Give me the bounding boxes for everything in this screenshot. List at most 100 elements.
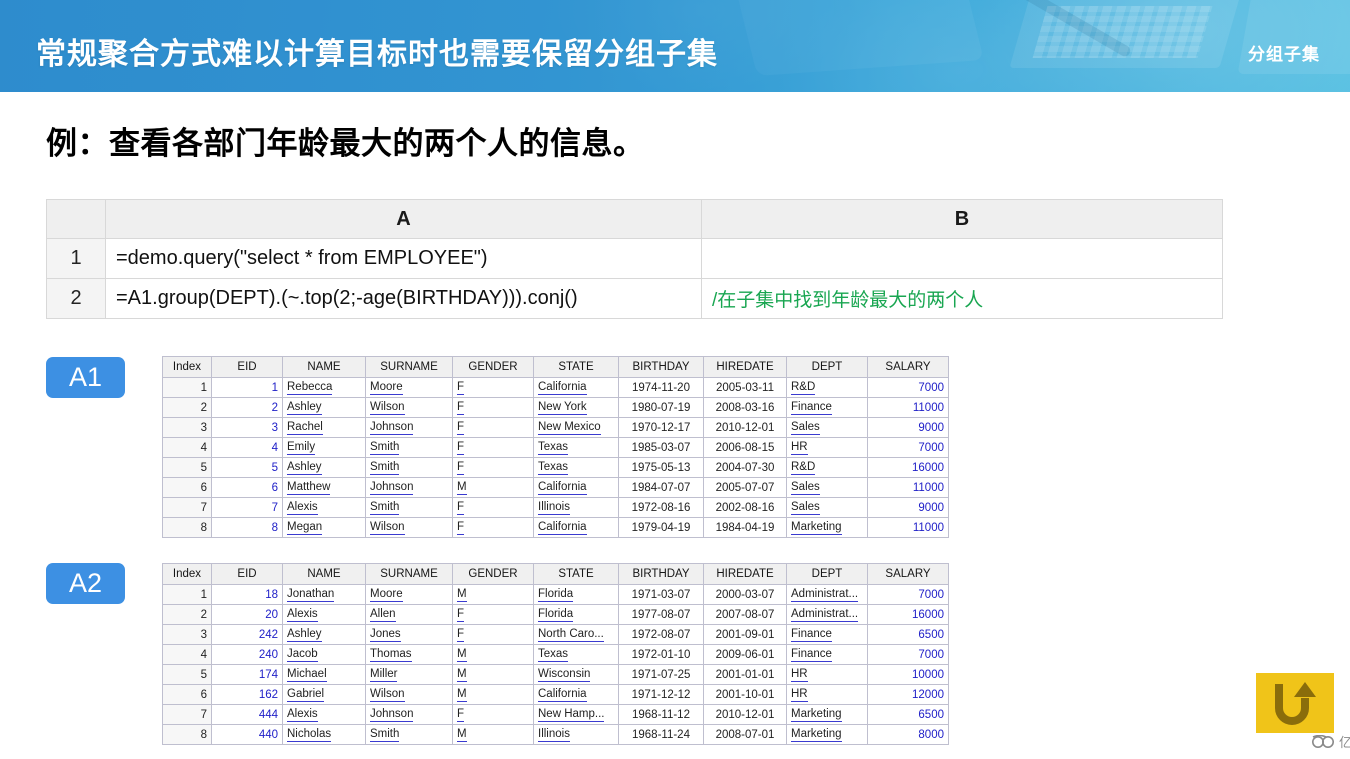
code-column-header-a: A: [105, 199, 702, 239]
page-title: 常规聚合方式难以计算目标时也需要保留分组子集: [36, 38, 718, 71]
grid-a1-cell-salary-4: 7000: [867, 437, 949, 458]
grid-a2-cell-salary-8: 8000: [867, 724, 949, 745]
grid-a2-cell-gender-4: M: [452, 644, 534, 665]
grid-a1-cell-gender-1: F: [452, 377, 534, 398]
grid-a1-cell-dept-2: Finance: [786, 397, 868, 418]
table-row: 7 7 Alexis Smith F Illinois 1972-08-16 2002-08-…: [162, 497, 949, 518]
grid-a2-cell-salary-2: 16000: [867, 604, 949, 625]
result-badge-a2: A2: [46, 563, 125, 604]
watermark-square: [1256, 673, 1334, 733]
code-header-row: A B: [46, 199, 1223, 239]
grid-a1-cell-index-3: 3: [162, 417, 212, 438]
grid-a2-cell-eid-1: 18: [211, 584, 283, 605]
grid-header-row: Index EID NAME SURNAME GENDER STATE BIRT…: [162, 356, 949, 378]
grid-a2-cell-index-5: 5: [162, 664, 212, 685]
grid-a1-cell-hiredate-5: 2004-07-30: [703, 457, 787, 478]
grid-a2-cell-eid-7: 444: [211, 704, 283, 725]
grid-a1-col-hiredate: HIREDATE: [703, 356, 787, 378]
grid-a2-cell-salary-3: 6500: [867, 624, 949, 645]
grid-a2-cell-salary-6: 12000: [867, 684, 949, 705]
grid-a2-cell-surname-6: Wilson: [365, 684, 453, 705]
grid-a1-cell-surname-7: Smith: [365, 497, 453, 518]
table-row: 8 440 Nicholas Smith M Illinois 1968-11-24 2008…: [162, 724, 949, 745]
grid-a1-cell-eid-1: 1: [211, 377, 283, 398]
table-row: 7 444 Alexis Johnson F New Hamp... 1968-11-12 2…: [162, 704, 949, 725]
grid-a2-cell-birthday-8: 1968-11-24: [618, 724, 704, 745]
grid-a1-cell-birthday-6: 1984-07-07: [618, 477, 704, 498]
code-row-number-2: 2: [46, 278, 106, 319]
grid-a2-cell-birthday-6: 1971-12-12: [618, 684, 704, 705]
grid-a2-cell-index-1: 1: [162, 584, 212, 605]
grid-a2-cell-birthday-7: 1968-11-12: [618, 704, 704, 725]
grid-a1-cell-index-2: 2: [162, 397, 212, 418]
grid-a2-cell-birthday-1: 1971-03-07: [618, 584, 704, 605]
grid-a1-cell-salary-6: 11000: [867, 477, 949, 498]
grid-a2-cell-birthday-2: 1977-08-07: [618, 604, 704, 625]
grid-a2-cell-eid-8: 440: [211, 724, 283, 745]
grid-a2-cell-gender-2: F: [452, 604, 534, 625]
code-cell-a2[interactable]: =A1.group(DEPT).(~.top(2;-age(BIRTHDAY))…: [105, 278, 702, 319]
table-row: 6 6 Matthew Johnson M California 1984-07-07 200…: [162, 477, 949, 498]
grid-a2-cell-name-7: Alexis: [282, 704, 366, 725]
grid-a2-cell-eid-4: 240: [211, 644, 283, 665]
grid-a1-cell-salary-2: 11000: [867, 397, 949, 418]
grid-a1-cell-state-1: California: [533, 377, 619, 398]
result-grid-a2: Index EID NAME SURNAME GENDER STATE BIRT…: [162, 563, 949, 745]
grid-a2-cell-state-6: California: [533, 684, 619, 705]
grid-a2-cell-dept-8: Marketing: [786, 724, 868, 745]
table-row: 6 162 Gabriel Wilson M California 1971-12-12 20…: [162, 684, 949, 705]
code-spreadsheet: A B 1 =demo.query("select * from EMPLOYE…: [46, 199, 1223, 319]
grid-a2-cell-surname-1: Moore: [365, 584, 453, 605]
grid-a2-cell-name-5: Michael: [282, 664, 366, 685]
grid-a1-col-salary: SALARY: [867, 356, 949, 378]
grid-a1-cell-dept-3: Sales: [786, 417, 868, 438]
grid-a1-cell-hiredate-7: 2002-08-16: [703, 497, 787, 518]
grid-a1-cell-salary-3: 9000: [867, 417, 949, 438]
grid-a1-cell-state-5: Texas: [533, 457, 619, 478]
grid-a2-cell-index-7: 7: [162, 704, 212, 725]
code-cell-b2[interactable]: /在子集中找到年龄最大的两个人: [701, 278, 1223, 319]
grid-a2-cell-name-8: Nicholas: [282, 724, 366, 745]
grid-a2-cell-dept-7: Marketing: [786, 704, 868, 725]
grid-a1-cell-gender-2: F: [452, 397, 534, 418]
code-cell-a1[interactable]: =demo.query("select * from EMPLOYEE"): [105, 238, 702, 279]
grid-a1-cell-index-8: 8: [162, 517, 212, 538]
table-row: 1 1 Rebecca Moore F California 1974-11-20 2005-…: [162, 377, 949, 398]
code-corner-cell: [46, 199, 106, 239]
grid-a1-cell-birthday-7: 1972-08-16: [618, 497, 704, 518]
grid-a2-col-birthday: BIRTHDAY: [618, 563, 704, 585]
code-cell-b1[interactable]: [701, 238, 1223, 279]
grid-a2-cell-eid-2: 20: [211, 604, 283, 625]
grid-a2-cell-state-1: Florida: [533, 584, 619, 605]
grid-a2-col-eid: EID: [211, 563, 283, 585]
grid-a1-cell-surname-6: Johnson: [365, 477, 453, 498]
grid-a2-cell-index-8: 8: [162, 724, 212, 745]
grid-a1-col-birthday: BIRTHDAY: [618, 356, 704, 378]
grid-a1-col-state: STATE: [533, 356, 619, 378]
result-badge-a1: A1: [46, 357, 125, 398]
grid-a1-cell-index-1: 1: [162, 377, 212, 398]
grid-a1-cell-name-2: Ashley: [282, 397, 366, 418]
grid-a1-cell-birthday-5: 1975-05-13: [618, 457, 704, 478]
grid-a2-cell-surname-4: Thomas: [365, 644, 453, 665]
grid-a1-cell-dept-8: Marketing: [786, 517, 868, 538]
grid-a1-cell-hiredate-3: 2010-12-01: [703, 417, 787, 438]
grid-a1-cell-eid-8: 8: [211, 517, 283, 538]
grid-a2-cell-hiredate-1: 2000-03-07: [703, 584, 787, 605]
grid-a2-cell-salary-7: 6500: [867, 704, 949, 725]
grid-a1-cell-salary-1: 7000: [867, 377, 949, 398]
grid-a2-cell-index-3: 3: [162, 624, 212, 645]
watermark: 亿速云: [1256, 673, 1350, 750]
grid-header-row: Index EID NAME SURNAME GENDER STATE BIRT…: [162, 563, 949, 585]
grid-a2-cell-gender-7: F: [452, 704, 534, 725]
code-column-header-b: B: [701, 199, 1223, 239]
grid-a1-cell-surname-2: Wilson: [365, 397, 453, 418]
grid-a2-cell-gender-3: F: [452, 624, 534, 645]
table-row: 5 174 Michael Miller M Wisconsin 1971-07-25 200…: [162, 664, 949, 685]
table-row: 2 2 Ashley Wilson F New York 1980-07-19 2008-03…: [162, 397, 949, 418]
grid-a1-cell-salary-7: 9000: [867, 497, 949, 518]
grid-a2-cell-name-6: Gabriel: [282, 684, 366, 705]
grid-a1-cell-eid-4: 4: [211, 437, 283, 458]
table-row: 4 240 Jacob Thomas M Texas 1972-01-10 2009-06-0…: [162, 644, 949, 665]
grid-a2-cell-name-1: Jonathan: [282, 584, 366, 605]
